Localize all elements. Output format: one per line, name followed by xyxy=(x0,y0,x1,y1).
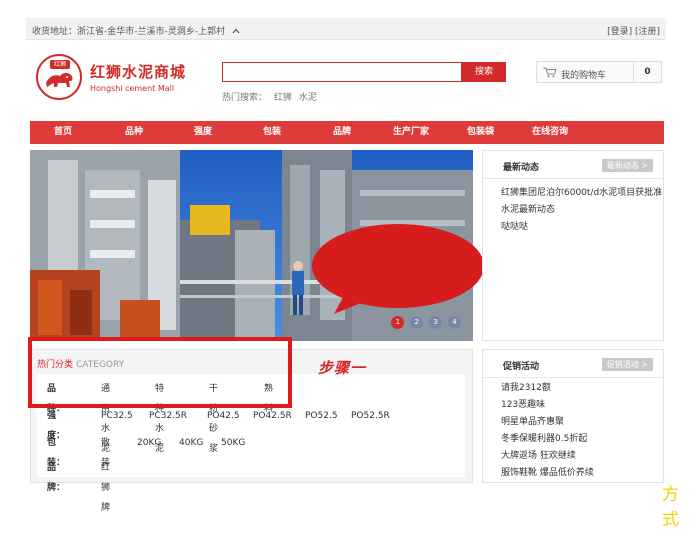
promo-item[interactable]: 明星单品齐惠聚 xyxy=(501,414,663,431)
news-item[interactable]: 红狮集团尼泊尔6000t/d水泥项目获批准 xyxy=(501,185,663,202)
lion-icon xyxy=(46,72,73,87)
account-links: [登录] [注册] xyxy=(607,24,660,37)
category-value[interactable]: 50KG xyxy=(221,433,245,453)
search-input[interactable] xyxy=(223,63,461,81)
category-key: 品牌： xyxy=(47,463,66,493)
promo-panel: 促销活动 促销活动 > 请我2312额 123恶趣味 明星单品齐惠聚 冬季保暖利… xyxy=(482,349,664,483)
news-item[interactable]: 哒哒哒 xyxy=(501,219,663,236)
category-value[interactable]: PO42.5R xyxy=(253,406,292,426)
cart-label: 我的购物车 xyxy=(561,71,607,81)
search-box xyxy=(222,62,462,82)
category-value[interactable]: PC32.5 xyxy=(101,406,133,426)
brand-name-cn: 红狮水泥商城 xyxy=(90,63,187,81)
promo-more-button[interactable]: 促销活动 > xyxy=(601,358,653,371)
nav-item-packaging[interactable]: 包装 xyxy=(263,121,281,144)
nav-item-variety[interactable]: 品种 xyxy=(125,121,143,144)
slider-dot[interactable]: 2 xyxy=(410,316,424,329)
annotation-highlight-box xyxy=(28,337,292,408)
promo-item[interactable]: 请我2312额 xyxy=(501,380,663,397)
hot-search-item[interactable]: 水泥 xyxy=(299,93,317,103)
annotation-step-label: 步骤一 xyxy=(318,359,367,377)
category-value[interactable]: 红狮牌 xyxy=(101,458,110,518)
slider-dot[interactable]: 4 xyxy=(448,316,461,329)
annotation-bubble-text: 方式二 xyxy=(662,485,681,537)
category-value[interactable]: PC32.5R xyxy=(149,406,187,426)
chevron-up-icon[interactable] xyxy=(232,27,240,37)
news-item[interactable]: 水泥最新动态 xyxy=(501,202,663,219)
hot-search-item[interactable]: 红狮 xyxy=(274,93,292,103)
category-value[interactable]: 40KG xyxy=(179,433,203,453)
cart-button[interactable]: 我的购物车 0 xyxy=(536,61,662,83)
shipping-address-label: 收货地址：浙江省-金华市-兰溪市-灵洞乡-上郭村 xyxy=(32,27,225,37)
login-link[interactable]: [登录] xyxy=(607,27,632,37)
news-panel-header: 最新动态 最新动态 > xyxy=(483,151,663,179)
nav-item-home[interactable]: 首页 xyxy=(54,121,72,144)
promo-title: 促销活动 xyxy=(503,362,540,372)
main-nav: 首页 品种 强度 包装 品牌 生产厂家 包装袋 在线咨询 xyxy=(30,121,664,144)
logo-badge: 红狮 xyxy=(50,60,70,69)
promo-item[interactable]: 123恶趣味 xyxy=(501,397,663,414)
nav-item-manufacturer[interactable]: 生产厂家 xyxy=(393,121,429,144)
promo-panel-header: 促销活动 促销活动 > xyxy=(483,350,663,378)
nav-item-bags[interactable]: 包装袋 xyxy=(467,121,494,144)
promo-item[interactable]: 大牌返场 狂欢继续 xyxy=(501,448,663,465)
slider-dot[interactable]: 3 xyxy=(429,316,443,329)
hot-search-label: 热门搜索： xyxy=(222,93,268,103)
register-link[interactable]: [注册] xyxy=(635,27,660,37)
category-value[interactable]: PO52.5 xyxy=(305,406,338,426)
category-value[interactable]: 20KG xyxy=(137,433,161,453)
news-more-button[interactable]: 最新动态 > xyxy=(601,159,653,172)
nav-item-consult[interactable]: 在线咨询 xyxy=(532,121,568,144)
cart-count: 0 xyxy=(633,62,661,82)
top-bar: 收货地址：浙江省-金华市-兰溪市-灵洞乡-上郭村 [登录] [注册] xyxy=(26,18,666,40)
brand-name[interactable]: 红狮水泥商城 Hongshi cement Mall xyxy=(90,61,186,93)
nav-item-brand[interactable]: 品牌 xyxy=(333,121,351,144)
shopping-cart-icon xyxy=(543,67,557,81)
news-title: 最新动态 xyxy=(503,163,540,173)
promo-list: 请我2312额 123恶趣味 明星单品齐惠聚 冬季保暖利器0.5折起 大牌返场 … xyxy=(483,378,663,482)
category-value[interactable]: PO52.5R xyxy=(351,406,390,426)
category-value[interactable]: PO42.5 xyxy=(207,406,240,426)
promo-item[interactable]: 冬季保暖利器0.5折起 xyxy=(501,431,663,448)
news-panel: 最新动态 最新动态 > 红狮集团尼泊尔6000t/d水泥项目获批准 水泥最新动态… xyxy=(482,150,664,341)
nav-item-strength[interactable]: 强度 xyxy=(194,121,212,144)
promo-item[interactable]: 服饰鞋靴 爆品低价养续 xyxy=(501,465,663,482)
slider-dot[interactable]: 1 xyxy=(391,316,405,329)
shipping-address[interactable]: 收货地址：浙江省-金华市-兰溪市-灵洞乡-上郭村 xyxy=(32,24,240,37)
hot-search: 热门搜索： 红狮 水泥 xyxy=(222,90,317,103)
brand-name-en: Hongshi cement Mall xyxy=(90,84,175,93)
news-list: 红狮集团尼泊尔6000t/d水泥项目获批准 水泥最新动态 哒哒哒 xyxy=(483,179,663,236)
search-button[interactable]: 搜索 xyxy=(462,62,506,82)
slider-dots: 1 2 3 4 xyxy=(388,316,461,329)
logo-emblem[interactable]: 红狮 xyxy=(36,54,82,100)
